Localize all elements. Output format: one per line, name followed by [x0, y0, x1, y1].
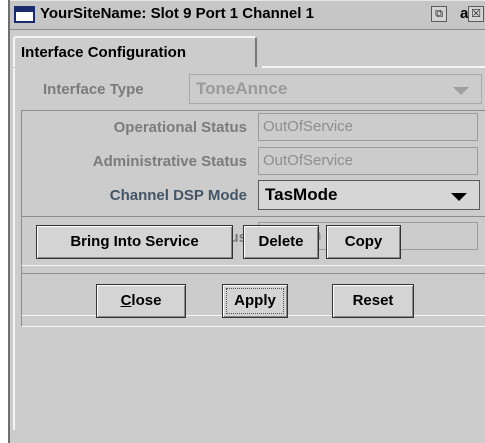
- close-mnemonic: C: [120, 292, 132, 309]
- title-bar[interactable]: YourSiteName: Slot 9 Port 1 Channel 1 ⧉ …: [10, 0, 485, 30]
- tab-strip: Interface Configuration: [13, 36, 485, 68]
- administrative-status-field: OutOfService: [258, 147, 478, 175]
- delete-button[interactable]: Delete: [243, 225, 319, 259]
- channel-dsp-mode-label: Channel DSP Mode: [109, 187, 247, 204]
- close-button[interactable]: Close: [96, 284, 186, 318]
- window-icon[interactable]: [14, 6, 35, 23]
- operational-status-label: Operational Status: [113, 119, 247, 136]
- tab-interface-configuration[interactable]: Interface Configuration: [13, 36, 257, 67]
- administrative-status-label: Administrative Status: [92, 153, 247, 170]
- chevron-down-icon[interactable]: [451, 193, 467, 201]
- close-label-rest: lose: [131, 292, 162, 309]
- interface-type-section: Interface Type ToneAnnce: [21, 74, 485, 110]
- copy-button[interactable]: Copy: [326, 225, 401, 259]
- apply-button[interactable]: Apply: [222, 284, 288, 318]
- interface-type-value: ToneAnnce: [196, 79, 288, 98]
- channel-dsp-mode-value: TasMode: [265, 185, 338, 204]
- reset-button[interactable]: Reset: [332, 284, 414, 318]
- restore-icon[interactable]: ⧉: [431, 6, 447, 22]
- bring-into-service-button[interactable]: Bring Into Service: [36, 225, 233, 259]
- chevron-down-icon: [453, 87, 469, 95]
- dialog-buttons-section: Close Apply Reset: [21, 273, 485, 327]
- actions-section: Bring Into Service Delete Copy: [21, 216, 485, 266]
- channel-dsp-mode-select[interactable]: TasMode: [258, 180, 480, 210]
- interface-type-label: Interface Type: [43, 81, 144, 98]
- window-title: YourSiteName: Slot 9 Port 1 Channel 1: [40, 5, 314, 22]
- operational-status-field: OutOfService: [258, 113, 478, 141]
- tab-panel: Interface Type ToneAnnce Operational Sta…: [13, 68, 485, 430]
- dialog-window: YourSiteName: Slot 9 Port 1 Channel 1 ⧉ …: [8, 0, 485, 443]
- interface-type-select: ToneAnnce: [189, 74, 482, 104]
- close-window-icon[interactable]: ☒: [468, 6, 484, 22]
